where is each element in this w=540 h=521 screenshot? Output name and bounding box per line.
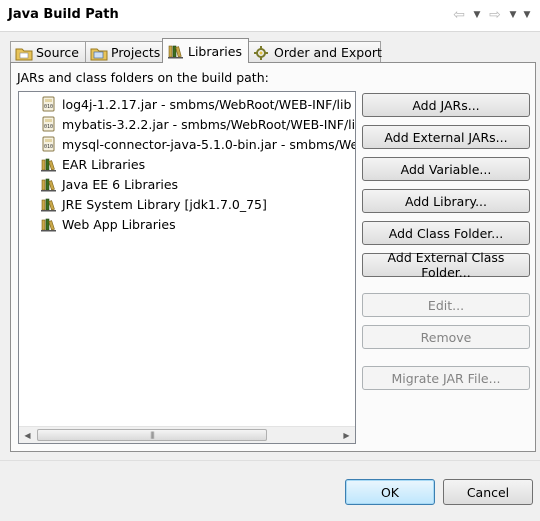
header-nav: ⇦ ▼ ⇨ ▼ ▼ [450,6,532,24]
dialog-header: Java Build Path ⇦ ▼ ⇨ ▼ ▼ [0,0,540,32]
add-external-class-folder-button[interactable]: Add External Class Folder... [362,250,530,280]
tab-libraries-label: Libraries [188,43,242,59]
back-arrow-icon[interactable]: ⇦ [450,6,468,24]
list-item-label: EAR Libraries [62,156,146,172]
jar-icon: 010 [41,136,57,152]
grip-icon: ||| [149,431,155,439]
build-path-label: JARs and class folders on the build path… [17,70,269,85]
view-menu-icon[interactable]: ▼ [522,6,532,24]
add-jars-button[interactable]: Add JARs... [362,93,530,117]
forward-dropdown-icon[interactable]: ▼ [508,6,518,24]
add-class-folder-button[interactable]: Add Class Folder... [362,221,530,245]
cancel-button[interactable]: Cancel [443,479,533,505]
build-path-list[interactable]: 010 log4j-1.2.17.jar - smbms/WebRoot/WEB… [18,91,356,444]
list-item[interactable]: Java EE 6 Libraries [41,174,178,194]
list-item-label: log4j-1.2.17.jar - smbms/WebRoot/WEB-INF… [62,96,352,112]
list-item-label: Web App Libraries [62,216,176,232]
dialog-footer: OK Cancel [0,460,540,521]
add-library-button[interactable]: Add Library... [362,189,530,213]
list-item[interactable]: 010 mysql-connector-java-5.1.0-bin.jar -… [41,134,355,154]
page-title: Java Build Path [8,7,119,22]
libraries-icon [167,43,185,59]
svg-text:010: 010 [44,104,53,110]
add-external-jars-button[interactable]: Add External JARs... [362,125,530,149]
libraries-panel: JARs and class folders on the build path… [10,62,536,452]
tab-libraries[interactable]: Libraries [162,38,249,63]
list-item[interactable]: 010 log4j-1.2.17.jar - smbms/WebRoot/WEB… [41,94,351,114]
list-item-label: Java EE 6 Libraries [62,176,179,192]
library-icon [41,156,57,172]
remove-button[interactable]: Remove [362,325,530,349]
ok-button[interactable]: OK [345,479,435,505]
horizontal-scrollbar[interactable]: ◀ ||| ▶ [19,426,355,443]
scroll-left-icon[interactable]: ◀ [19,427,36,443]
tab-order-export[interactable]: Order and Export [248,41,382,63]
scroll-thumb[interactable]: ||| [37,429,267,441]
library-icon [41,176,57,192]
migrate-jar-button[interactable]: Migrate JAR File... [362,366,530,390]
list-item-label: mybatis-3.2.2.jar - smbms/WebRoot/WEB-IN… [62,116,356,132]
library-icon [41,196,57,212]
list-item-label: mysql-connector-java-5.1.0-bin.jar - smb… [62,136,355,152]
tab-bar: Source Projects Libraries Order and Expo… [10,38,382,63]
jar-icon: 010 [41,116,57,132]
list-item[interactable]: JRE System Library [jdk1.7.0_75] [41,194,267,214]
source-folder-icon [15,45,33,61]
jar-icon: 010 [41,96,57,112]
library-icon [41,216,57,232]
projects-icon [90,45,108,61]
svg-text:010: 010 [44,124,53,130]
tab-projects-label: Projects [111,45,161,60]
list-item[interactable]: EAR Libraries [41,154,145,174]
list-item-label: JRE System Library [jdk1.7.0_75] [62,196,267,212]
scroll-right-icon[interactable]: ▶ [338,427,355,443]
add-variable-button[interactable]: Add Variable... [362,157,530,181]
forward-arrow-icon[interactable]: ⇨ [486,6,504,24]
edit-button[interactable]: Edit... [362,293,530,317]
tab-source[interactable]: Source [10,41,86,63]
svg-text:010: 010 [44,144,53,150]
list-item[interactable]: 010 mybatis-3.2.2.jar - smbms/WebRoot/WE… [41,114,356,134]
list-item[interactable]: Web App Libraries [41,214,176,234]
tab-order-export-label: Order and Export [274,45,382,60]
order-export-icon [253,45,271,61]
tab-source-label: Source [36,45,79,60]
tab-projects[interactable]: Projects [85,41,163,63]
back-dropdown-icon[interactable]: ▼ [472,6,482,24]
